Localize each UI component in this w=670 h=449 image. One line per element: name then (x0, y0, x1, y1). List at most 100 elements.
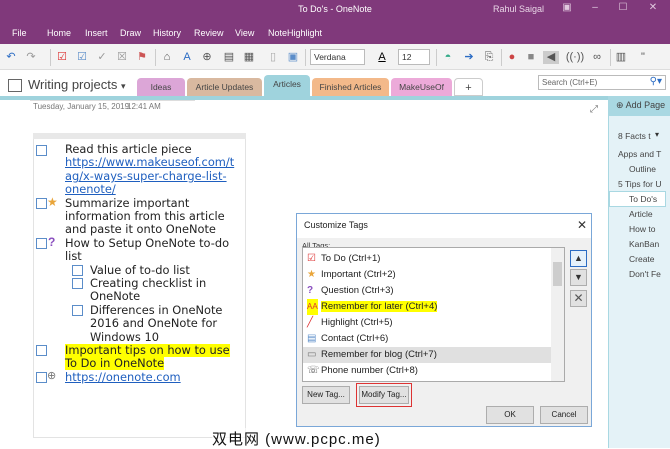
separator (501, 49, 502, 66)
find-tags-icon[interactable]: ☑ (75, 51, 89, 64)
font-size-select[interactable]: 12 (398, 49, 430, 65)
menu-history[interactable]: History (153, 28, 181, 38)
undo-icon[interactable]: ↶ (4, 51, 18, 64)
share-page-icon[interactable]: ⎘ (482, 51, 496, 64)
todo-checkbox[interactable] (72, 278, 83, 289)
note-container-handle[interactable] (33, 133, 246, 139)
scrollbar[interactable] (551, 248, 564, 381)
notebook-name[interactable]: Writing projects ▾ (28, 77, 126, 92)
tab-finished-articles[interactable]: Finished Articles (312, 78, 389, 96)
page-item-todos[interactable]: To Do's (629, 194, 670, 204)
user-name[interactable]: Rahul Saigal (493, 4, 544, 14)
page-item[interactable]: KanBan (629, 239, 670, 249)
todo-checkbox[interactable] (36, 238, 47, 249)
tab-makeuseof[interactable]: MakeUseOf (391, 78, 452, 96)
broadcast-icon[interactable]: ((·)) (565, 51, 585, 64)
move-down-button[interactable]: ▼ (570, 269, 587, 286)
menu-review[interactable]: Review (194, 28, 224, 38)
note-link[interactable]: https://www.makeuseof.com/t (65, 155, 234, 169)
page-view-icon[interactable]: ▥ (614, 51, 628, 64)
add-page-button[interactable]: ⊕ Add Page (608, 96, 670, 116)
page-item[interactable]: Apps and T (618, 149, 670, 159)
maximize-button[interactable]: ☐ (613, 2, 633, 16)
menu-notehighlight[interactable]: NoteHighlight (268, 28, 322, 38)
tag-item[interactable]: ╱ Highlight (Ctrl+5) (303, 315, 551, 331)
tag-item[interactable]: ☏ Phone number (Ctrl+8) (303, 363, 551, 379)
todo-tag-icon[interactable]: ☑ (55, 51, 69, 64)
delete-tag-button[interactable]: ✕ (570, 290, 587, 307)
screen-clip-icon[interactable]: ⌂ (160, 51, 174, 64)
question-icon: ? (307, 285, 314, 296)
separator (436, 49, 437, 66)
ribbon-display-icon[interactable]: ▣ (557, 2, 577, 16)
infinity-icon[interactable]: ∞ (590, 51, 604, 64)
new-tag-button[interactable]: New Tag... (302, 386, 350, 404)
note-link[interactable]: onenote/ (65, 182, 116, 196)
redo-icon[interactable]: ↷ (24, 51, 38, 64)
menu-view[interactable]: View (235, 28, 254, 38)
search-icon[interactable]: ⚲▾ (650, 76, 662, 87)
todo-checkbox[interactable] (72, 305, 83, 316)
font-color-icon[interactable]: A (375, 51, 389, 64)
todo-checkbox[interactable] (36, 198, 47, 209)
menu-draw[interactable]: Draw (120, 28, 141, 38)
note-link[interactable]: https://onenote.com (65, 370, 181, 384)
remove-tag-icon[interactable]: ☒ (115, 51, 129, 64)
tab-ideas[interactable]: Ideas (137, 78, 185, 96)
todo-checkbox[interactable] (36, 345, 47, 356)
page-item[interactable]: 5 Tips for U (618, 179, 670, 189)
search-input[interactable]: Search (Ctrl+E) ⚲▾ (538, 75, 666, 90)
menu-insert[interactable]: Insert (85, 28, 108, 38)
chevron-down-icon: ▾ (120, 81, 126, 91)
page-item[interactable]: 8 Facts t (618, 131, 670, 141)
page-item[interactable]: How to (629, 224, 670, 234)
page-item[interactable]: Don't Fe (629, 269, 670, 279)
todo-checkbox[interactable] (72, 265, 83, 276)
move-up-button[interactable]: ▲ (570, 250, 587, 267)
tag-item-selected[interactable]: ▭ Remember for blog (Ctrl+7) (303, 347, 551, 363)
menu-file[interactable]: File (12, 28, 27, 38)
dock-icon[interactable]: ◓ (441, 51, 455, 64)
close-icon[interactable]: ✕ (577, 218, 587, 232)
page-item[interactable]: Article (629, 209, 670, 219)
tag-item[interactable]: ☑ To Do (Ctrl+1) (303, 251, 551, 267)
spelling-icon[interactable]: A (180, 51, 194, 64)
expand-icon[interactable]: ⤢ (590, 104, 598, 115)
tags-list[interactable]: ☑ To Do (Ctrl+1) ★ Important (Ctrl+2) ? Que… (302, 247, 565, 382)
tag-label: Question (Ctrl+3) (321, 285, 394, 296)
add-section-button[interactable]: + (454, 78, 483, 96)
link-icon[interactable]: ⊕ (200, 51, 214, 64)
tag-label: Contact (Ctrl+6) (321, 333, 389, 344)
checkmark-icon[interactable]: ✓ (95, 51, 109, 64)
more-icon[interactable]: " (636, 51, 650, 64)
speaker-icon[interactable]: ◀ (543, 51, 559, 64)
tag-item[interactable]: ▤ Contact (Ctrl+6) (303, 331, 551, 347)
close-button[interactable]: ✕ (643, 2, 663, 16)
menu-home[interactable]: Home (47, 28, 71, 38)
page-item[interactable]: Create (629, 254, 670, 264)
scrollbar-thumb[interactable] (553, 262, 562, 286)
tag-label: Remember for later (Ctrl+4) (321, 301, 438, 312)
todo-checkbox[interactable] (36, 372, 47, 383)
arrow-right-icon[interactable]: ➔ (462, 51, 476, 64)
stop-icon[interactable]: ■ (524, 51, 538, 64)
tag-item[interactable]: AA Remember for later (Ctrl+4) (303, 299, 551, 315)
page-item[interactable]: Outline (629, 164, 670, 174)
font-family-select[interactable]: Verdana (310, 49, 365, 65)
record-audio-icon[interactable]: ● (505, 51, 519, 64)
tab-articles[interactable]: Articles (264, 75, 310, 97)
attach-file-icon[interactable]: ▤ (222, 51, 236, 64)
tag-item[interactable]: ★ Important (Ctrl+2) (303, 267, 551, 283)
chevron-down-icon[interactable]: ▾ (655, 130, 659, 139)
paperclip-icon[interactable]: ▯ (266, 51, 280, 64)
cancel-button[interactable]: Cancel (540, 406, 588, 424)
todo-checkbox[interactable] (36, 145, 47, 156)
linked-notes-icon[interactable]: ▣ (286, 51, 300, 64)
modify-tag-button[interactable]: Modify Tag... (359, 386, 409, 404)
ok-button[interactable]: OK (486, 406, 534, 424)
minimize-button[interactable]: – (585, 2, 605, 16)
table-icon[interactable]: ▦ (242, 51, 256, 64)
tag-item[interactable]: ? Question (Ctrl+3) (303, 283, 551, 299)
tab-article-updates[interactable]: Article Updates (187, 78, 262, 96)
tag-icon[interactable]: ⚑ (135, 51, 149, 64)
